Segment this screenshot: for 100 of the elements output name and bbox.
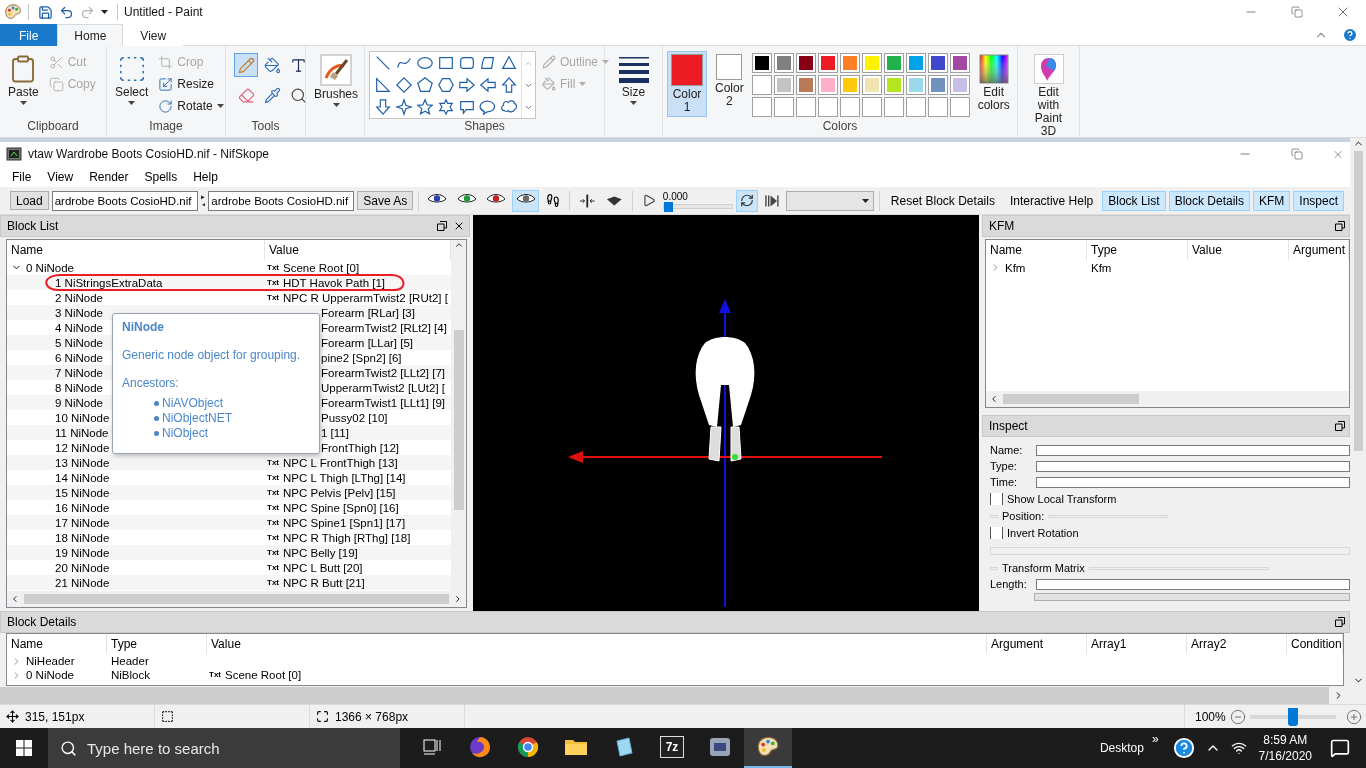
tree-item[interactable]: 13 NiNode: [55, 456, 110, 469]
type-tag: Txt: [267, 576, 279, 589]
menu-item[interactable]: View: [39, 166, 82, 187]
file-menu-button[interactable]: File: [0, 24, 58, 46]
tree-item[interactable]: 19 NiNode: [55, 546, 110, 559]
tree-item[interactable]: 1 NiStringsExtraData: [55, 276, 163, 289]
toolbar-overflow[interactable]: »: [1151, 732, 1159, 746]
dock-toggle[interactable]: KFM: [1253, 190, 1291, 211]
dock-title: Block List: [7, 219, 59, 233]
table-cell: Pussy02 [10]: [321, 411, 388, 424]
group-label: Image: [148, 119, 184, 135]
toolbar-action[interactable]: Reset Block Details: [884, 190, 1001, 211]
type-tag: Txt: [267, 531, 279, 544]
table-cell: Forearm [RLar] [3]: [321, 306, 415, 319]
group-label: Clipboard: [26, 119, 80, 135]
file-path-field[interactable]: ardrobe Boots CosioHD.nif: [51, 190, 198, 211]
table-cell: NPC L Thigh [LThg] [14]: [283, 471, 406, 484]
clock[interactable]: 8:59 AM 7/16/2020: [1246, 732, 1324, 764]
table-cell: Scene Root [0]: [225, 669, 302, 681]
table-cell: pine2 [Spn2] [6]: [321, 351, 402, 364]
table-cell: Kfm: [1091, 261, 1112, 274]
dock-toggle[interactable]: Block Details: [1168, 190, 1250, 211]
search-field[interactable]: Type here to search: [48, 728, 400, 768]
time-value: 0.000: [662, 192, 689, 202]
table-cell: ForearmTwist2 [RLt2] [4]: [321, 321, 447, 334]
tree-item[interactable]: 10 NiNode: [55, 411, 110, 424]
size-button[interactable]: Size: [614, 51, 653, 108]
type-tag: Txt: [267, 261, 279, 274]
table-cell: Scene Root [0]: [283, 261, 360, 274]
table-cell: NPC L Butt [20]: [283, 561, 363, 574]
tree-item[interactable]: 0 NiNode: [26, 261, 74, 274]
cursor-position: 315, 151px: [25, 709, 85, 724]
type-tag: Txt: [267, 276, 279, 289]
tree-item[interactable]: 12 NiNode: [55, 441, 110, 454]
menu-item[interactable]: Render: [81, 166, 137, 187]
tree-item[interactable]: 17 NiNode: [55, 516, 110, 529]
menu-item[interactable]: Help: [185, 166, 226, 187]
menu-item[interactable]: Spells: [136, 166, 186, 187]
table-cell: FrontThigh [12]: [321, 441, 399, 454]
field-label: Type:: [990, 460, 1018, 472]
tree-item[interactable]: 8 NiNode: [55, 381, 103, 394]
table-cell: NPC Spine1 [Spn1] [17]: [283, 516, 406, 529]
color-slot-button[interactable]: Color 2: [711, 51, 748, 111]
tree-item[interactable]: 14 NiNode: [55, 471, 110, 484]
tree-item[interactable]: 0 NiNode: [26, 669, 74, 681]
tooltip-text: Ancestors:: [122, 376, 180, 390]
group-label: Shapes: [463, 119, 506, 135]
table-cell: NPC R Thigh [RThg] [18]: [283, 531, 411, 544]
group-label: Transform Matrix: [1002, 562, 1085, 574]
brushes-button[interactable]: Brushes: [310, 51, 363, 110]
tree-item[interactable]: 9 NiNode: [55, 396, 103, 409]
select-button[interactable]: Select: [111, 51, 153, 108]
file-path-field[interactable]: ardrobe Boots CosioHD.nif: [208, 190, 355, 211]
tree-item[interactable]: 16 NiNode: [55, 501, 110, 514]
table-cell: NPC R Butt [21]: [283, 576, 365, 589]
dock-toggle[interactable]: Block List: [1102, 190, 1166, 211]
table-cell: Forearm [LLar] [5]: [321, 336, 414, 349]
rotate-button[interactable]: Rotate: [156, 95, 226, 117]
tree-item[interactable]: 21 NiNode: [55, 576, 110, 589]
edit-colors-button[interactable]: Edit colors: [973, 51, 1014, 115]
type-tag: Txt: [267, 471, 279, 484]
table-cell: ForearmTwist2 [LLt2] [7]: [321, 366, 445, 379]
desktop-toolbar[interactable]: Desktop: [1099, 741, 1144, 755]
tree-item[interactable]: Kfm: [1005, 261, 1026, 274]
ancestor-item: NiObject: [154, 426, 310, 441]
window-title: Untitled - Paint: [124, 5, 203, 19]
table-cell: NPC Belly [19]: [283, 546, 358, 559]
tree-item[interactable]: 7 NiNode: [55, 366, 103, 379]
toolbar-action[interactable]: Interactive Help: [1003, 190, 1100, 211]
paste-button[interactable]: Paste: [4, 51, 43, 108]
type-tag: Txt: [267, 516, 279, 529]
tooltip-title: NiNode: [122, 320, 165, 334]
tree-item[interactable]: 4 NiNode: [55, 321, 103, 334]
tree-item[interactable]: 20 NiNode: [55, 561, 110, 574]
color-slot-button[interactable]: Color 1: [667, 51, 707, 117]
tree-item[interactable]: 3 NiNode: [55, 306, 103, 319]
field-label: Length:: [990, 578, 1028, 590]
load-button[interactable]: Load: [10, 191, 49, 210]
tree-item[interactable]: 2 NiNode: [55, 291, 103, 304]
dock-toggle[interactable]: Inspect: [1293, 190, 1345, 211]
group-label: Colors: [821, 119, 859, 135]
checkbox-label: Invert Rotation: [1007, 527, 1079, 539]
table-cell: NPC Pelvis [Pelv] [15]: [283, 486, 396, 499]
tree-item[interactable]: NiHeader: [26, 655, 75, 667]
archive-app-label: 7z: [660, 736, 684, 758]
menu-item[interactable]: File: [4, 166, 40, 187]
taskbar-app[interactable]: 7z: [648, 728, 696, 768]
tree-item[interactable]: 5 NiNode: [55, 336, 103, 349]
tree-item[interactable]: 18 NiNode: [55, 531, 110, 544]
dock-title: Inspect: [989, 419, 1028, 433]
ribbon-tab[interactable]: Home: [57, 24, 124, 46]
checkbox-label: Show Local Transform: [1007, 493, 1117, 505]
resize-button[interactable]: Resize: [156, 73, 226, 95]
save-as-button[interactable]: Save As: [357, 191, 414, 210]
type-tag: Txt: [267, 291, 279, 304]
tree-item[interactable]: 6 NiNode: [55, 351, 103, 364]
tree-item[interactable]: 15 NiNode: [55, 486, 110, 499]
type-tag: Txt: [267, 546, 279, 559]
tree-item[interactable]: 11 NiNode: [55, 426, 109, 439]
image-size: 1366 × 768px: [335, 709, 409, 724]
